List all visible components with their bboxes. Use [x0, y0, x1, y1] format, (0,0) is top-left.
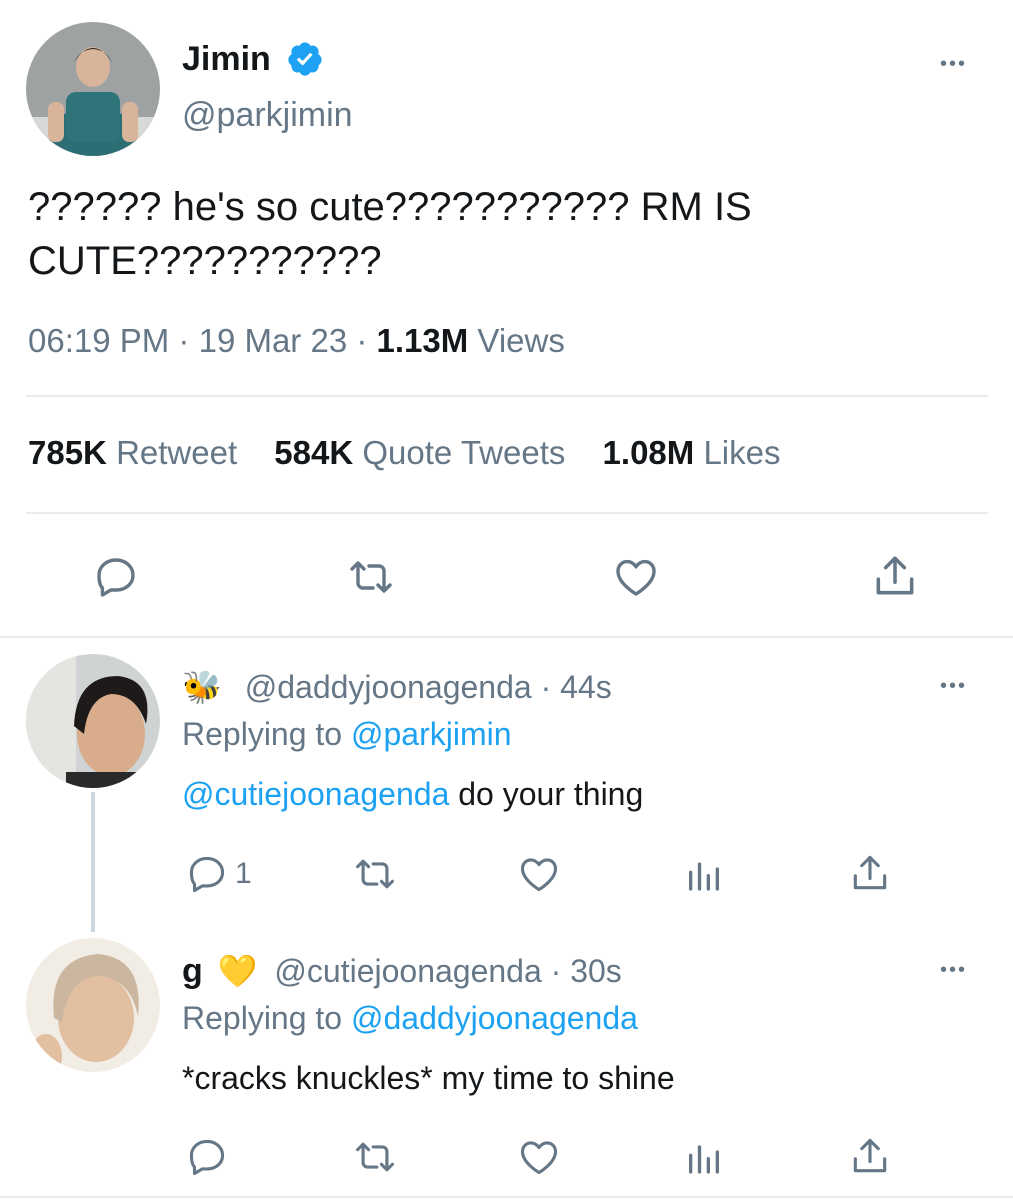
divider [26, 395, 988, 397]
analytics-icon[interactable] [684, 1135, 724, 1179]
like-icon[interactable] [611, 553, 661, 601]
retweets-stat[interactable]: 785K Retweet [28, 434, 246, 471]
reply-age[interactable]: 30s [570, 953, 622, 989]
reply-text: *cracks knuckles* my time to shine [182, 1060, 675, 1096]
reply-header: g 💛 @cutiejoonagenda · 30s [182, 952, 622, 991]
tweet-text: ?????? he's so cute??????????? RM IS CUT… [28, 180, 752, 288]
replying-to: Replying to @parkjimin [182, 716, 512, 753]
meta-separator: · [550, 953, 562, 989]
divider [0, 1196, 1013, 1198]
analytics-icon[interactable] [684, 852, 724, 896]
meta-separator: · [178, 322, 190, 359]
reply-avatar[interactable] [26, 654, 160, 788]
likes-label: Likes [703, 434, 781, 471]
share-icon[interactable] [848, 850, 892, 896]
views-label: Views [477, 322, 565, 359]
share-icon[interactable] [870, 551, 920, 601]
like-icon[interactable] [516, 852, 562, 896]
retweet-icon[interactable] [344, 553, 398, 601]
yellow-heart-emoji-icon: 💛 [217, 953, 258, 989]
thread-line [91, 792, 95, 932]
replying-to: Replying to @daddyjoonagenda [182, 1000, 638, 1037]
likes-stat[interactable]: 1.08M Likes [603, 434, 781, 471]
tweet-date[interactable]: 19 Mar 23 [199, 322, 348, 359]
reply-display-name[interactable]: g [182, 952, 203, 990]
reply-handle[interactable]: @cutiejoonagenda [274, 953, 541, 989]
meta-separator: · [356, 322, 368, 359]
tweet-text-line-1: ?????? he's so cute??????????? RM IS [28, 185, 752, 229]
retweet-icon[interactable] [350, 852, 400, 896]
likes-count: 1.08M [602, 434, 695, 471]
retweets-count: 785K [28, 434, 107, 471]
divider [26, 512, 988, 514]
reply-handle[interactable]: @daddyjoonagenda [245, 669, 532, 705]
reply-text: @cutiejoonagenda do your thing [182, 776, 643, 813]
mention-link[interactable]: @cutiejoonagenda [182, 776, 449, 812]
replying-to-prefix: Replying to [182, 1000, 343, 1036]
tweet-meta: 06:19 PM · 19 Mar 23 · 1.13M Views [28, 322, 565, 360]
like-icon[interactable] [516, 1135, 562, 1179]
bee-emoji-icon[interactable]: 🐝 [182, 669, 222, 705]
handle[interactable]: @parkjimin [182, 96, 353, 135]
replying-to-link[interactable]: @daddyjoonagenda [351, 1000, 638, 1036]
more-options-icon[interactable]: ••• [940, 676, 967, 696]
quotes-count: 584K [274, 434, 354, 471]
replying-to-link[interactable]: @parkjimin [351, 716, 512, 752]
engagement-stats: 785K Retweet 584K Quote Tweets 1.08M Lik… [28, 434, 780, 472]
verified-badge-icon [286, 40, 324, 78]
reply-age[interactable]: 44s [560, 669, 612, 705]
reply-count: 1 [235, 857, 252, 890]
retweets-label: Retweet [116, 434, 238, 471]
meta-separator: · [540, 669, 552, 705]
quotes-label: Quote Tweets [362, 434, 566, 471]
avatar[interactable] [26, 22, 160, 156]
tweet-text-line-2: CUTE??????????? [28, 239, 382, 283]
quotes-stat[interactable]: 584K Quote Tweets [274, 434, 574, 471]
reply-avatar[interactable] [26, 938, 160, 1072]
replying-to-prefix: Replying to [182, 716, 343, 752]
reply-icon[interactable] [92, 553, 140, 601]
tweet-time[interactable]: 06:19 PM [28, 322, 169, 359]
display-name[interactable]: Jimin [182, 40, 271, 79]
reply-body: do your thing [449, 776, 644, 812]
reply-icon[interactable] [185, 852, 229, 896]
more-options-icon[interactable]: ••• [940, 960, 967, 980]
reply-icon[interactable] [185, 1135, 229, 1179]
more-options-icon[interactable]: ••• [940, 54, 967, 74]
share-icon[interactable] [848, 1133, 892, 1179]
reply-header: 🐝 @daddyjoonagenda · 44s [182, 668, 612, 706]
retweet-icon[interactable] [350, 1135, 400, 1179]
divider [0, 636, 1013, 638]
views-count: 1.13M [376, 322, 469, 359]
